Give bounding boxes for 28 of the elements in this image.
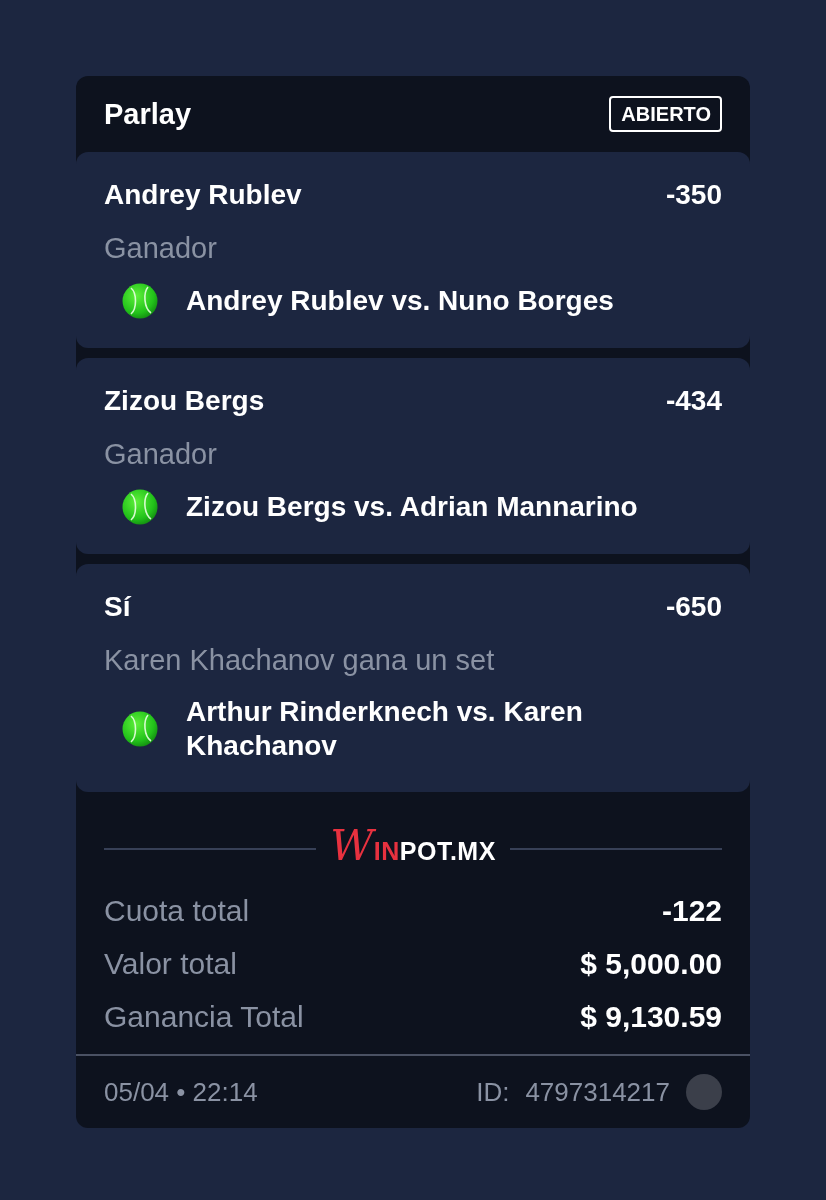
market-name: Ganador — [104, 231, 218, 266]
total-label: Ganancia Total — [104, 999, 304, 1035]
tennis-ball-icon — [122, 283, 158, 319]
total-value: -122 — [661, 893, 722, 929]
market-name: Karen Khachanov gana un set — [104, 643, 496, 678]
brand-logo: WINPOT.MX — [329, 824, 497, 872]
bet-id: 4797314217 — [525, 1075, 670, 1109]
bet-date-time: 05/04 • 22:14 — [104, 1075, 258, 1109]
match-name: Andrey Rublev vs. Nuno Borges — [186, 284, 614, 318]
total-label: Cuota total — [104, 893, 250, 929]
odds-value: -434 — [665, 384, 722, 418]
disc-icon — [686, 1074, 722, 1110]
selection-name: Sí — [104, 590, 131, 624]
status-label: ABIERTO — [609, 96, 722, 132]
selection-name: Zizou Bergs — [104, 384, 265, 418]
market-name: Ganador — [104, 437, 218, 472]
selection-name: Andrey Rublev — [104, 178, 302, 212]
tennis-ball-icon — [122, 711, 158, 747]
odds-value: -650 — [665, 590, 722, 624]
odds-value: -350 — [665, 178, 722, 212]
tennis-ball-icon — [122, 489, 158, 525]
match-name: Zizou Bergs vs. Adrian Mannarino — [186, 490, 638, 524]
slip-title: Parlay — [104, 97, 192, 132]
total-label: Valor total — [104, 946, 237, 982]
id-label: ID: — [476, 1075, 510, 1109]
total-value: $ 9,130.59 — [580, 999, 722, 1035]
total-value: $ 5,000.00 — [580, 946, 722, 982]
match-name: Arthur Rinderknech vs. Karen Khachanov — [186, 695, 584, 763]
